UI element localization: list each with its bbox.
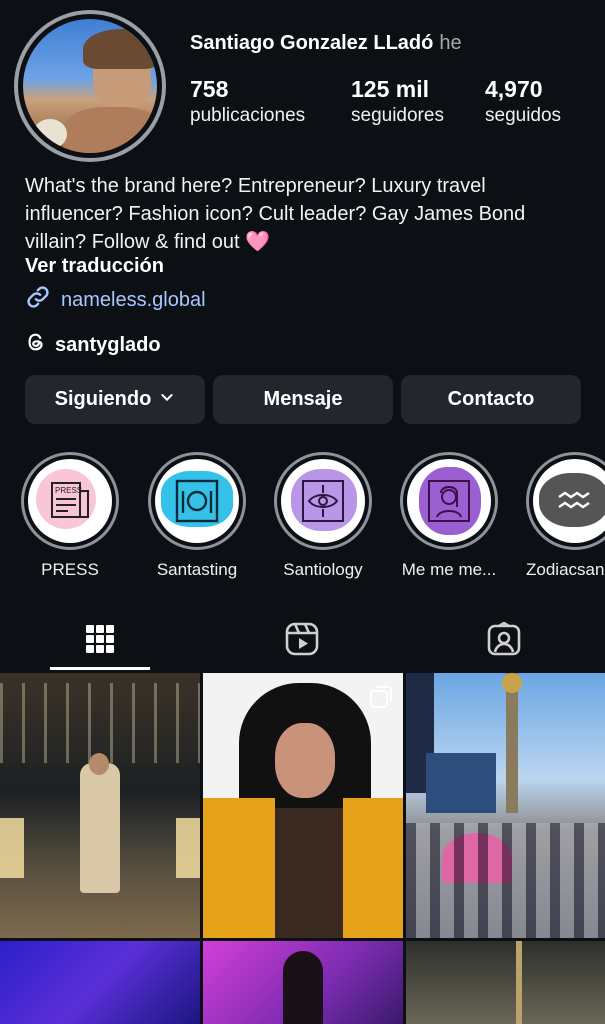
link-icon xyxy=(25,284,51,316)
avatar-image xyxy=(23,19,157,153)
profile-avatar[interactable] xyxy=(14,10,166,162)
zodiac-icon xyxy=(533,459,605,543)
eye-icon xyxy=(281,459,365,543)
tab-posts[interactable] xyxy=(50,612,150,670)
stat-posts-value: 758 xyxy=(190,76,229,102)
profile-name: Santiago Gonzalez LLadó he xyxy=(190,32,462,55)
threads-handle: santyglado xyxy=(55,333,161,356)
threads-icon xyxy=(25,331,47,359)
contact-button-label: Contacto xyxy=(447,388,535,410)
highlight-label: Santasting xyxy=(156,560,238,579)
stat-followers-label: seguidores xyxy=(351,105,444,126)
highlight-label: Zodiacsan xyxy=(526,560,605,579)
highlight-label: PRESS xyxy=(41,560,99,579)
stat-posts[interactable]: 758 publicaciones xyxy=(190,76,305,127)
grid-post[interactable] xyxy=(406,673,605,938)
highlight-santasting[interactable]: Santasting xyxy=(148,452,246,580)
tab-tagged[interactable] xyxy=(454,612,554,670)
following-button-label: Siguiendo xyxy=(54,388,152,410)
highlight-zodiacsan[interactable]: Zodiacsan xyxy=(526,452,605,580)
grid-post[interactable] xyxy=(406,941,605,1024)
profile-link-text: nameless.global xyxy=(61,288,206,311)
newspaper-icon: PRESS xyxy=(28,459,112,543)
portrait-icon xyxy=(407,459,491,543)
highlight-label: Santiology xyxy=(283,560,363,579)
grid-icon xyxy=(85,624,115,659)
following-button[interactable]: Siguiendo xyxy=(25,375,205,424)
profile-bio: What's the brand here? Entrepreneur? Lux… xyxy=(25,175,526,253)
threads-badge[interactable]: santyglado xyxy=(25,331,161,359)
dining-icon xyxy=(155,459,239,543)
grid-post[interactable] xyxy=(0,941,200,1024)
grid-post[interactable] xyxy=(203,941,403,1024)
stat-following[interactable]: 4,970 seguidos xyxy=(485,76,561,127)
stat-followers-value: 125 mil xyxy=(351,76,429,102)
stat-followers[interactable]: 125 mil seguidores xyxy=(351,76,444,127)
profile-link[interactable]: nameless.global xyxy=(25,284,206,316)
chevron-down-icon xyxy=(159,388,175,411)
highlight-label: Me me me... xyxy=(401,560,497,579)
stat-following-label: seguidos xyxy=(485,105,562,126)
active-tab-indicator xyxy=(50,667,150,670)
contact-button[interactable]: Contacto xyxy=(401,375,581,424)
tab-reels[interactable] xyxy=(252,612,352,670)
highlight-santiology[interactable]: Santiology xyxy=(274,452,372,580)
grid-post[interactable] xyxy=(203,673,403,938)
message-button[interactable]: Mensaje xyxy=(213,375,393,424)
stat-following-value: 4,970 xyxy=(485,76,543,102)
highlight-me-me-me[interactable]: Me me me... xyxy=(400,452,498,580)
stat-posts-label: publicaciones xyxy=(190,105,306,126)
reels-icon xyxy=(285,622,319,661)
tagged-icon xyxy=(487,620,521,661)
grid-post[interactable] xyxy=(0,673,200,938)
profile-name-text: Santiago Gonzalez LLadó xyxy=(190,32,434,54)
pronouns: he xyxy=(439,32,462,54)
carousel-icon xyxy=(369,685,393,714)
translate-link[interactable]: Ver traducción xyxy=(25,255,164,278)
svg-text:PRESS: PRESS xyxy=(55,486,82,495)
highlight-press[interactable]: PRESS PRESS xyxy=(21,452,119,580)
message-button-label: Mensaje xyxy=(263,388,343,410)
